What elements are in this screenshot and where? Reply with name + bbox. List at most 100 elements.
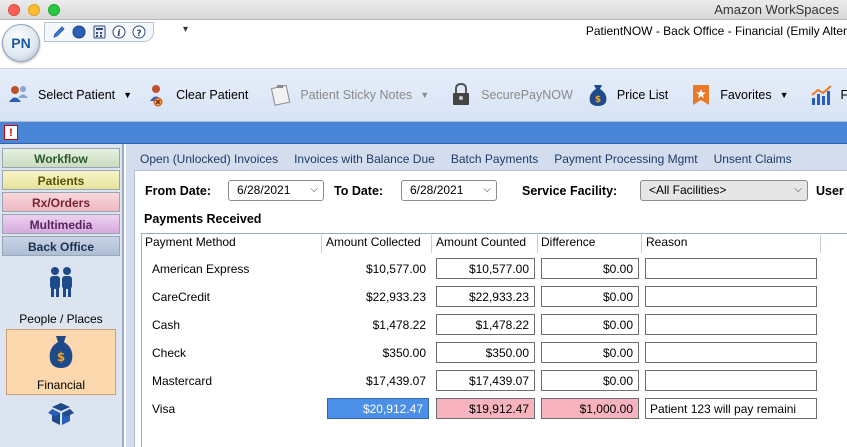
boxes-icon (6, 400, 116, 430)
service-facility-select[interactable]: <All Facilities> ⌵ (640, 180, 808, 201)
calculator-icon[interactable] (91, 24, 107, 40)
sticky-note-icon (268, 82, 294, 108)
securepaynow-button[interactable]: SecurePayNOW (443, 75, 579, 115)
svg-text:i: i (117, 29, 121, 39)
column-divider (641, 233, 642, 253)
window-title: Amazon WorkSpaces (714, 2, 839, 17)
amount-collected-cell-selected[interactable]: $20,912.47 (327, 398, 429, 419)
quick-access-customize-caret[interactable]: ▾ (183, 24, 188, 35)
info-icon[interactable]: i (111, 24, 127, 40)
select-patient-dropdown-icon[interactable]: ▼ (123, 90, 132, 100)
payment-method-cell: Mastercard (152, 374, 213, 388)
reason-input[interactable] (645, 314, 817, 335)
help-icon[interactable]: ? (131, 24, 147, 40)
nav-tab-patients[interactable]: Patients (2, 170, 120, 190)
amount-counted-input[interactable]: $350.00 (436, 342, 535, 363)
reports-button[interactable]: F (803, 75, 847, 115)
tab-open-invoices[interactable]: Open (Unlocked) Invoices (140, 152, 278, 170)
amount-collected-cell: $10,577.00 (365, 262, 426, 276)
amount-counted-input[interactable]: $10,577.00 (436, 258, 535, 279)
column-divider (431, 233, 432, 253)
from-date-label: From Date: (145, 184, 211, 198)
app-logo[interactable]: PN (2, 24, 40, 62)
column-header-amount-counted: Amount Counted (436, 235, 527, 249)
amount-counted-input[interactable]: $17,439.07 (436, 370, 535, 391)
patient-sticky-notes-button[interactable]: Patient Sticky Notes ▼ (262, 75, 435, 115)
tab-payment-processing-mgmt[interactable]: Payment Processing Mgmt (554, 152, 697, 170)
money-bag-icon: $ (585, 82, 611, 108)
minimize-window-button[interactable] (28, 4, 40, 16)
chevron-down-icon: ⌵ (483, 184, 491, 195)
window-titlebar: Amazon WorkSpaces (0, 0, 847, 20)
nav-item-financial[interactable]: $ Financial (6, 329, 116, 395)
sticky-notes-dropdown-icon[interactable]: ▼ (420, 90, 429, 100)
content-tabs: Open (Unlocked) Invoices Invoices with B… (140, 152, 792, 170)
people-icon (6, 266, 116, 298)
user-label: User (816, 184, 844, 198)
chevron-down-icon: ⌵ (794, 184, 802, 195)
chevron-down-icon: ⌵ (310, 184, 318, 195)
nav-item-inventory[interactable] (6, 396, 116, 432)
nav-tab-workflow[interactable]: Workflow (2, 148, 120, 168)
quick-access-icons: i ? (44, 22, 154, 42)
amount-collected-cell: $22,933.23 (365, 290, 426, 304)
difference-cell: $0.00 (541, 258, 639, 279)
app-title: PatientNOW - Back Office - Financial (Em… (585, 24, 847, 38)
select-patient-button[interactable]: Select Patient ▼ (0, 75, 138, 115)
padlock-icon (449, 82, 475, 108)
reason-input[interactable] (645, 286, 817, 307)
amount-counted-input[interactable]: $19,912.47 (436, 398, 535, 419)
globe-icon[interactable] (71, 24, 87, 40)
amount-counted-input[interactable]: $1,478.22 (436, 314, 535, 335)
amount-collected-cell: $350.00 (382, 346, 426, 360)
nav-tab-back-office[interactable]: Back Office (2, 236, 120, 256)
tab-batch-payments[interactable]: Batch Payments (451, 152, 538, 170)
securepaynow-label: SecurePayNOW (481, 88, 573, 102)
difference-cell: $0.00 (541, 314, 639, 335)
clear-patient-label: Clear Patient (176, 88, 249, 102)
payment-method-cell: CareCredit (152, 290, 211, 304)
amount-collected-cell: $17,439.07 (365, 374, 426, 388)
price-list-button[interactable]: $ Price List (579, 75, 674, 115)
money-bag-icon: $ (7, 334, 115, 370)
to-date-value: 6/28/2021 (410, 183, 464, 197)
zoom-window-button[interactable] (48, 4, 60, 16)
amount-counted-input[interactable]: $22,933.23 (436, 286, 535, 307)
difference-cell: $0.00 (541, 370, 639, 391)
to-date-picker[interactable]: 6/28/2021 ⌵ (401, 180, 497, 201)
reports-label: F (840, 88, 847, 102)
nav-item-people-places[interactable]: People / Places (6, 262, 116, 328)
from-date-picker[interactable]: 6/28/2021 ⌵ (228, 180, 324, 201)
tab-unsent-claims[interactable]: Unsent Claims (714, 152, 792, 170)
payment-method-cell: Visa (152, 402, 176, 416)
clear-patient-button[interactable]: Clear Patient (138, 75, 254, 115)
tab-invoices-balance-due[interactable]: Invoices with Balance Due (294, 152, 435, 170)
reason-input[interactable]: Patient 123 will pay remaini (645, 398, 817, 419)
column-header-reason: Reason (646, 235, 688, 249)
nav-item-label: People / Places (19, 312, 103, 326)
svg-text:$: $ (57, 350, 65, 364)
payments-received-title: Payments Received (144, 212, 262, 226)
amount-collected-cell: $1,478.22 (372, 318, 426, 332)
favorites-label: Favorites (720, 88, 772, 102)
service-facility-label: Service Facility: (522, 184, 618, 198)
column-divider (321, 233, 322, 253)
price-list-label: Price List (616, 88, 669, 102)
favorites-dropdown-icon[interactable]: ▼ (780, 90, 789, 100)
reason-input[interactable] (645, 370, 817, 391)
select-patient-icon (6, 82, 32, 108)
from-date-value: 6/28/2021 (237, 183, 291, 197)
nav-tab-rx-orders[interactable]: Rx/Orders (2, 192, 120, 212)
nav-tab-multimedia[interactable]: Multimedia (2, 214, 120, 234)
payment-method-cell: Check (152, 346, 187, 360)
reason-input[interactable] (645, 342, 817, 363)
pen-icon[interactable] (51, 24, 67, 40)
payment-method-cell: Cash (152, 318, 181, 332)
close-window-button[interactable] (8, 4, 20, 16)
svg-text:$: $ (595, 95, 601, 105)
favorites-button[interactable]: Favorites ▼ (682, 75, 794, 115)
clear-patient-icon (144, 82, 170, 108)
service-facility-value: <All Facilities> (649, 183, 727, 197)
reason-input[interactable] (645, 258, 817, 279)
alert-icon[interactable]: ! (4, 125, 18, 140)
